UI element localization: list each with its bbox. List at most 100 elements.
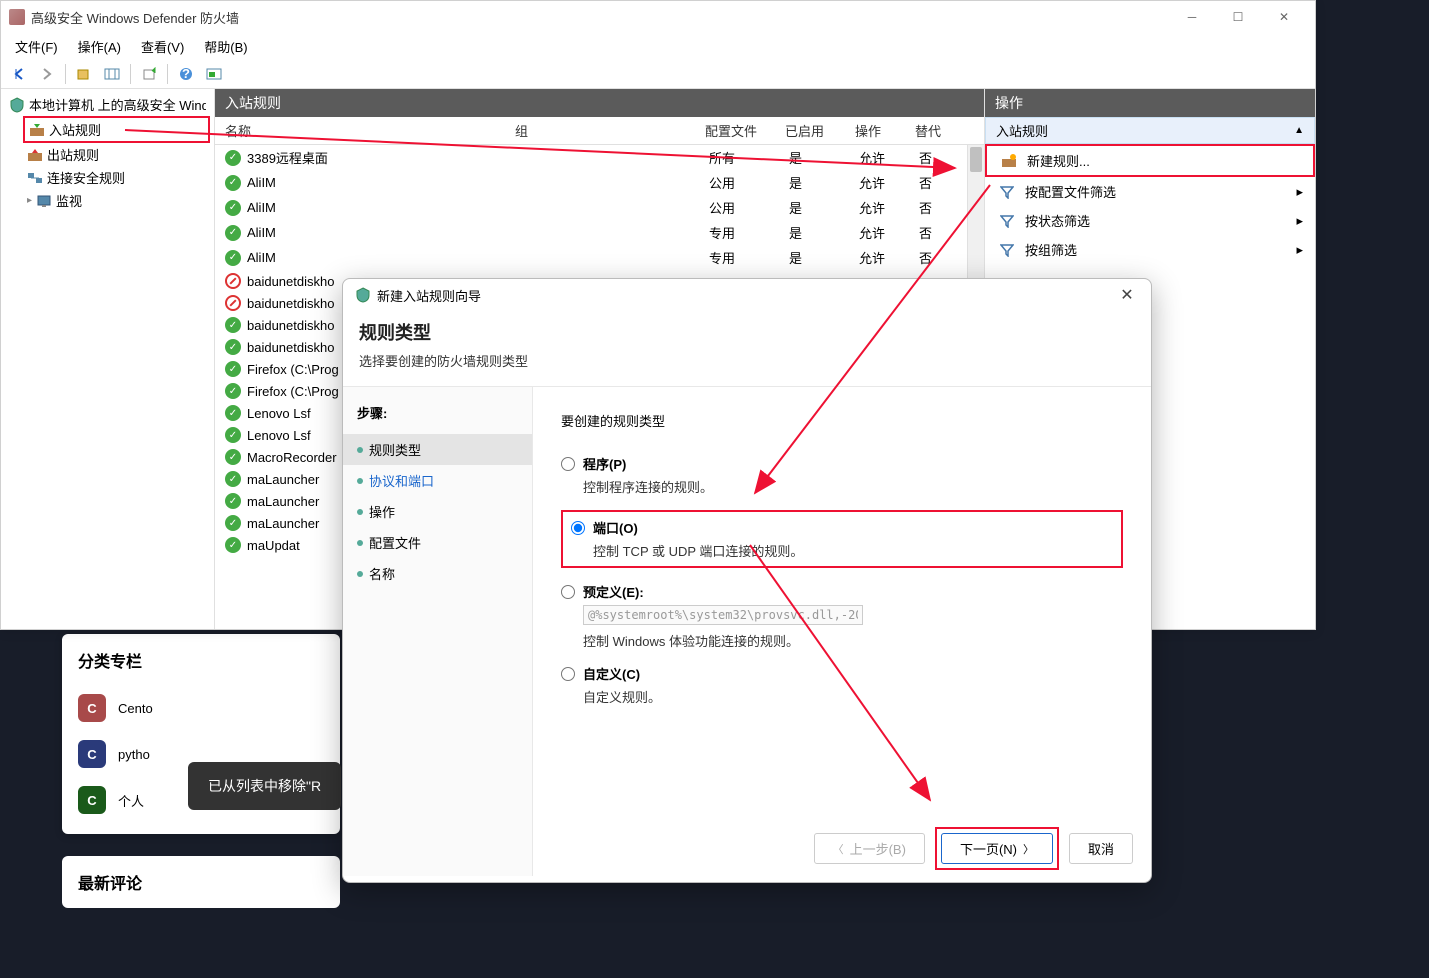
allow-icon: ✓ [225, 339, 241, 355]
tree-root[interactable]: 本地计算机 上的高级安全 Wind [5, 93, 210, 116]
col-profile[interactable]: 配置文件 [705, 121, 785, 140]
rule-row[interactable]: ✓AliIM专用是允许否 [215, 245, 984, 270]
rule-row[interactable]: ✓AliIM公用是允许否 [215, 195, 984, 220]
allow-icon: ✓ [225, 471, 241, 487]
category-title: 分类专栏 [62, 648, 340, 682]
menu-action[interactable]: 操作(A) [68, 34, 131, 59]
filter-icon [999, 213, 1015, 229]
allow-icon: ✓ [225, 361, 241, 377]
back-button[interactable] [7, 62, 31, 86]
menu-file[interactable]: 文件(F) [5, 34, 68, 59]
rule-row[interactable]: ✓3389远程桌面所有是允许否 [215, 145, 984, 170]
allow-icon: ✓ [225, 150, 241, 166]
bullet-icon [357, 478, 363, 484]
toolbar-export-button[interactable] [137, 62, 161, 86]
wizard-title: 新建入站规则向导 [377, 286, 481, 305]
step-protocol[interactable]: 协议和端口 [343, 465, 532, 496]
col-name[interactable]: 名称 [225, 121, 515, 140]
radio-predefined[interactable] [561, 585, 575, 599]
radio-custom[interactable] [561, 667, 575, 681]
monitor-icon [36, 193, 52, 209]
wizard-close-button[interactable]: ✕ [1115, 283, 1139, 307]
new-rule-wizard: 新建入站规则向导 ✕ 规则类型 选择要创建的防火墙规则类型 步骤: 规则类型 协… [342, 278, 1152, 883]
titlebar: 高级安全 Windows Defender 防火墙 ─ ☐ ✕ [1, 1, 1315, 33]
rule-row[interactable]: ✓AliIM公用是允许否 [215, 170, 984, 195]
column-headers: 名称 组 配置文件 已启用 操作 替代 [215, 117, 984, 145]
wizard-subtitle: 选择要创建的防火墙规则类型 [359, 351, 1135, 370]
category-icon: C [78, 740, 106, 768]
scroll-thumb[interactable] [970, 147, 982, 172]
col-group[interactable]: 组 [515, 121, 705, 140]
expander-icon[interactable]: ▸ [27, 195, 32, 206]
content-title: 要创建的规则类型 [561, 411, 1123, 430]
allow-icon: ✓ [225, 250, 241, 266]
app-icon [9, 9, 25, 25]
allow-icon: ✓ [225, 493, 241, 509]
wizard-titlebar: 新建入站规则向导 ✕ [343, 279, 1151, 311]
predefined-select [583, 605, 863, 625]
svg-text:?: ? [182, 67, 190, 81]
step-name[interactable]: 名称 [343, 558, 532, 589]
col-enabled[interactable]: 已启用 [785, 121, 855, 140]
rule-row[interactable]: ✓AliIM专用是允许否 [215, 220, 984, 245]
tree-monitor[interactable]: ▸ 监视 [23, 189, 210, 212]
recent-comments-panel: 最新评论 [62, 856, 340, 908]
tree-outbound-rules[interactable]: 出站规则 [23, 143, 210, 166]
step-action[interactable]: 操作 [343, 496, 532, 527]
option-port[interactable]: 端口(O) 控制 TCP 或 UDP 端口连接的规则。 [561, 510, 1123, 568]
category-icon: C [78, 694, 106, 722]
minimize-button[interactable]: ─ [1169, 1, 1215, 33]
action-filter-profile[interactable]: 按配置文件筛选 [985, 177, 1315, 206]
shield-icon [9, 97, 25, 113]
action-filter-group[interactable]: 按组筛选 [985, 235, 1315, 264]
list-header: 入站规则 [215, 89, 984, 117]
allow-icon: ✓ [225, 405, 241, 421]
forward-button[interactable] [35, 62, 59, 86]
window-title: 高级安全 Windows Defender 防火墙 [31, 8, 239, 27]
option-predefined[interactable]: 预定义(E): 控制 Windows 体验功能连接的规则。 [561, 582, 1123, 650]
step-type[interactable]: 规则类型 [343, 434, 532, 465]
wizard-cancel-button[interactable]: 取消 [1069, 833, 1133, 864]
maximize-button[interactable]: ☐ [1215, 1, 1261, 33]
col-override[interactable]: 替代 [915, 121, 955, 140]
action-filter-state[interactable]: 按状态筛选 [985, 206, 1315, 235]
option-program[interactable]: 程序(P) 控制程序连接的规则。 [561, 454, 1123, 496]
category-item[interactable]: C Cento [62, 688, 340, 728]
radio-port[interactable] [571, 521, 585, 535]
option-custom[interactable]: 自定义(C) 自定义规则。 [561, 664, 1123, 706]
bullet-icon [357, 540, 363, 546]
menu-view[interactable]: 查看(V) [131, 34, 194, 59]
tree-inbound-rules[interactable]: 入站规则 [23, 116, 210, 143]
bullet-icon [357, 447, 363, 453]
new-rule-icon [1001, 153, 1017, 169]
submenu-icon: ▸ [1296, 242, 1303, 258]
filter-icon [999, 184, 1015, 200]
actions-header: 操作 [985, 89, 1315, 117]
allow-icon: ✓ [225, 175, 241, 191]
toolbar: ? [1, 59, 1315, 89]
toolbar-help-button[interactable]: ? [174, 62, 198, 86]
collapse-icon[interactable]: ▲ [1294, 125, 1304, 136]
step-profile[interactable]: 配置文件 [343, 527, 532, 558]
menu-help[interactable]: 帮助(B) [194, 34, 257, 59]
scope-tree: 本地计算机 上的高级安全 Wind 入站规则 出站规则 连接安全规则 ▸ [1, 89, 215, 629]
wizard-heading: 规则类型 [359, 319, 1135, 345]
toolbar-refresh-button[interactable] [202, 62, 226, 86]
steps-label: 步骤: [343, 399, 532, 426]
toolbar-panel-button[interactable] [100, 62, 124, 86]
wizard-content: 要创建的规则类型 程序(P) 控制程序连接的规则。 端口(O) 控制 TCP 或… [533, 387, 1151, 876]
wizard-steps: 步骤: 规则类型 协议和端口 操作 配置文件 名称 [343, 387, 533, 876]
toolbar-new-button[interactable] [72, 62, 96, 86]
allow-icon: ✓ [225, 317, 241, 333]
close-button[interactable]: ✕ [1261, 1, 1307, 33]
inbound-icon [29, 122, 45, 138]
col-action[interactable]: 操作 [855, 121, 915, 140]
wizard-icon [355, 287, 371, 303]
wizard-next-button[interactable]: 下一页(N)〉 [941, 833, 1053, 864]
allow-icon: ✓ [225, 515, 241, 531]
category-icon: C [78, 786, 106, 814]
radio-program[interactable] [561, 457, 575, 471]
submenu-icon: ▸ [1296, 184, 1303, 200]
tree-connection-security[interactable]: 连接安全规则 [23, 166, 210, 189]
action-new-rule[interactable]: 新建规则... [985, 144, 1315, 177]
